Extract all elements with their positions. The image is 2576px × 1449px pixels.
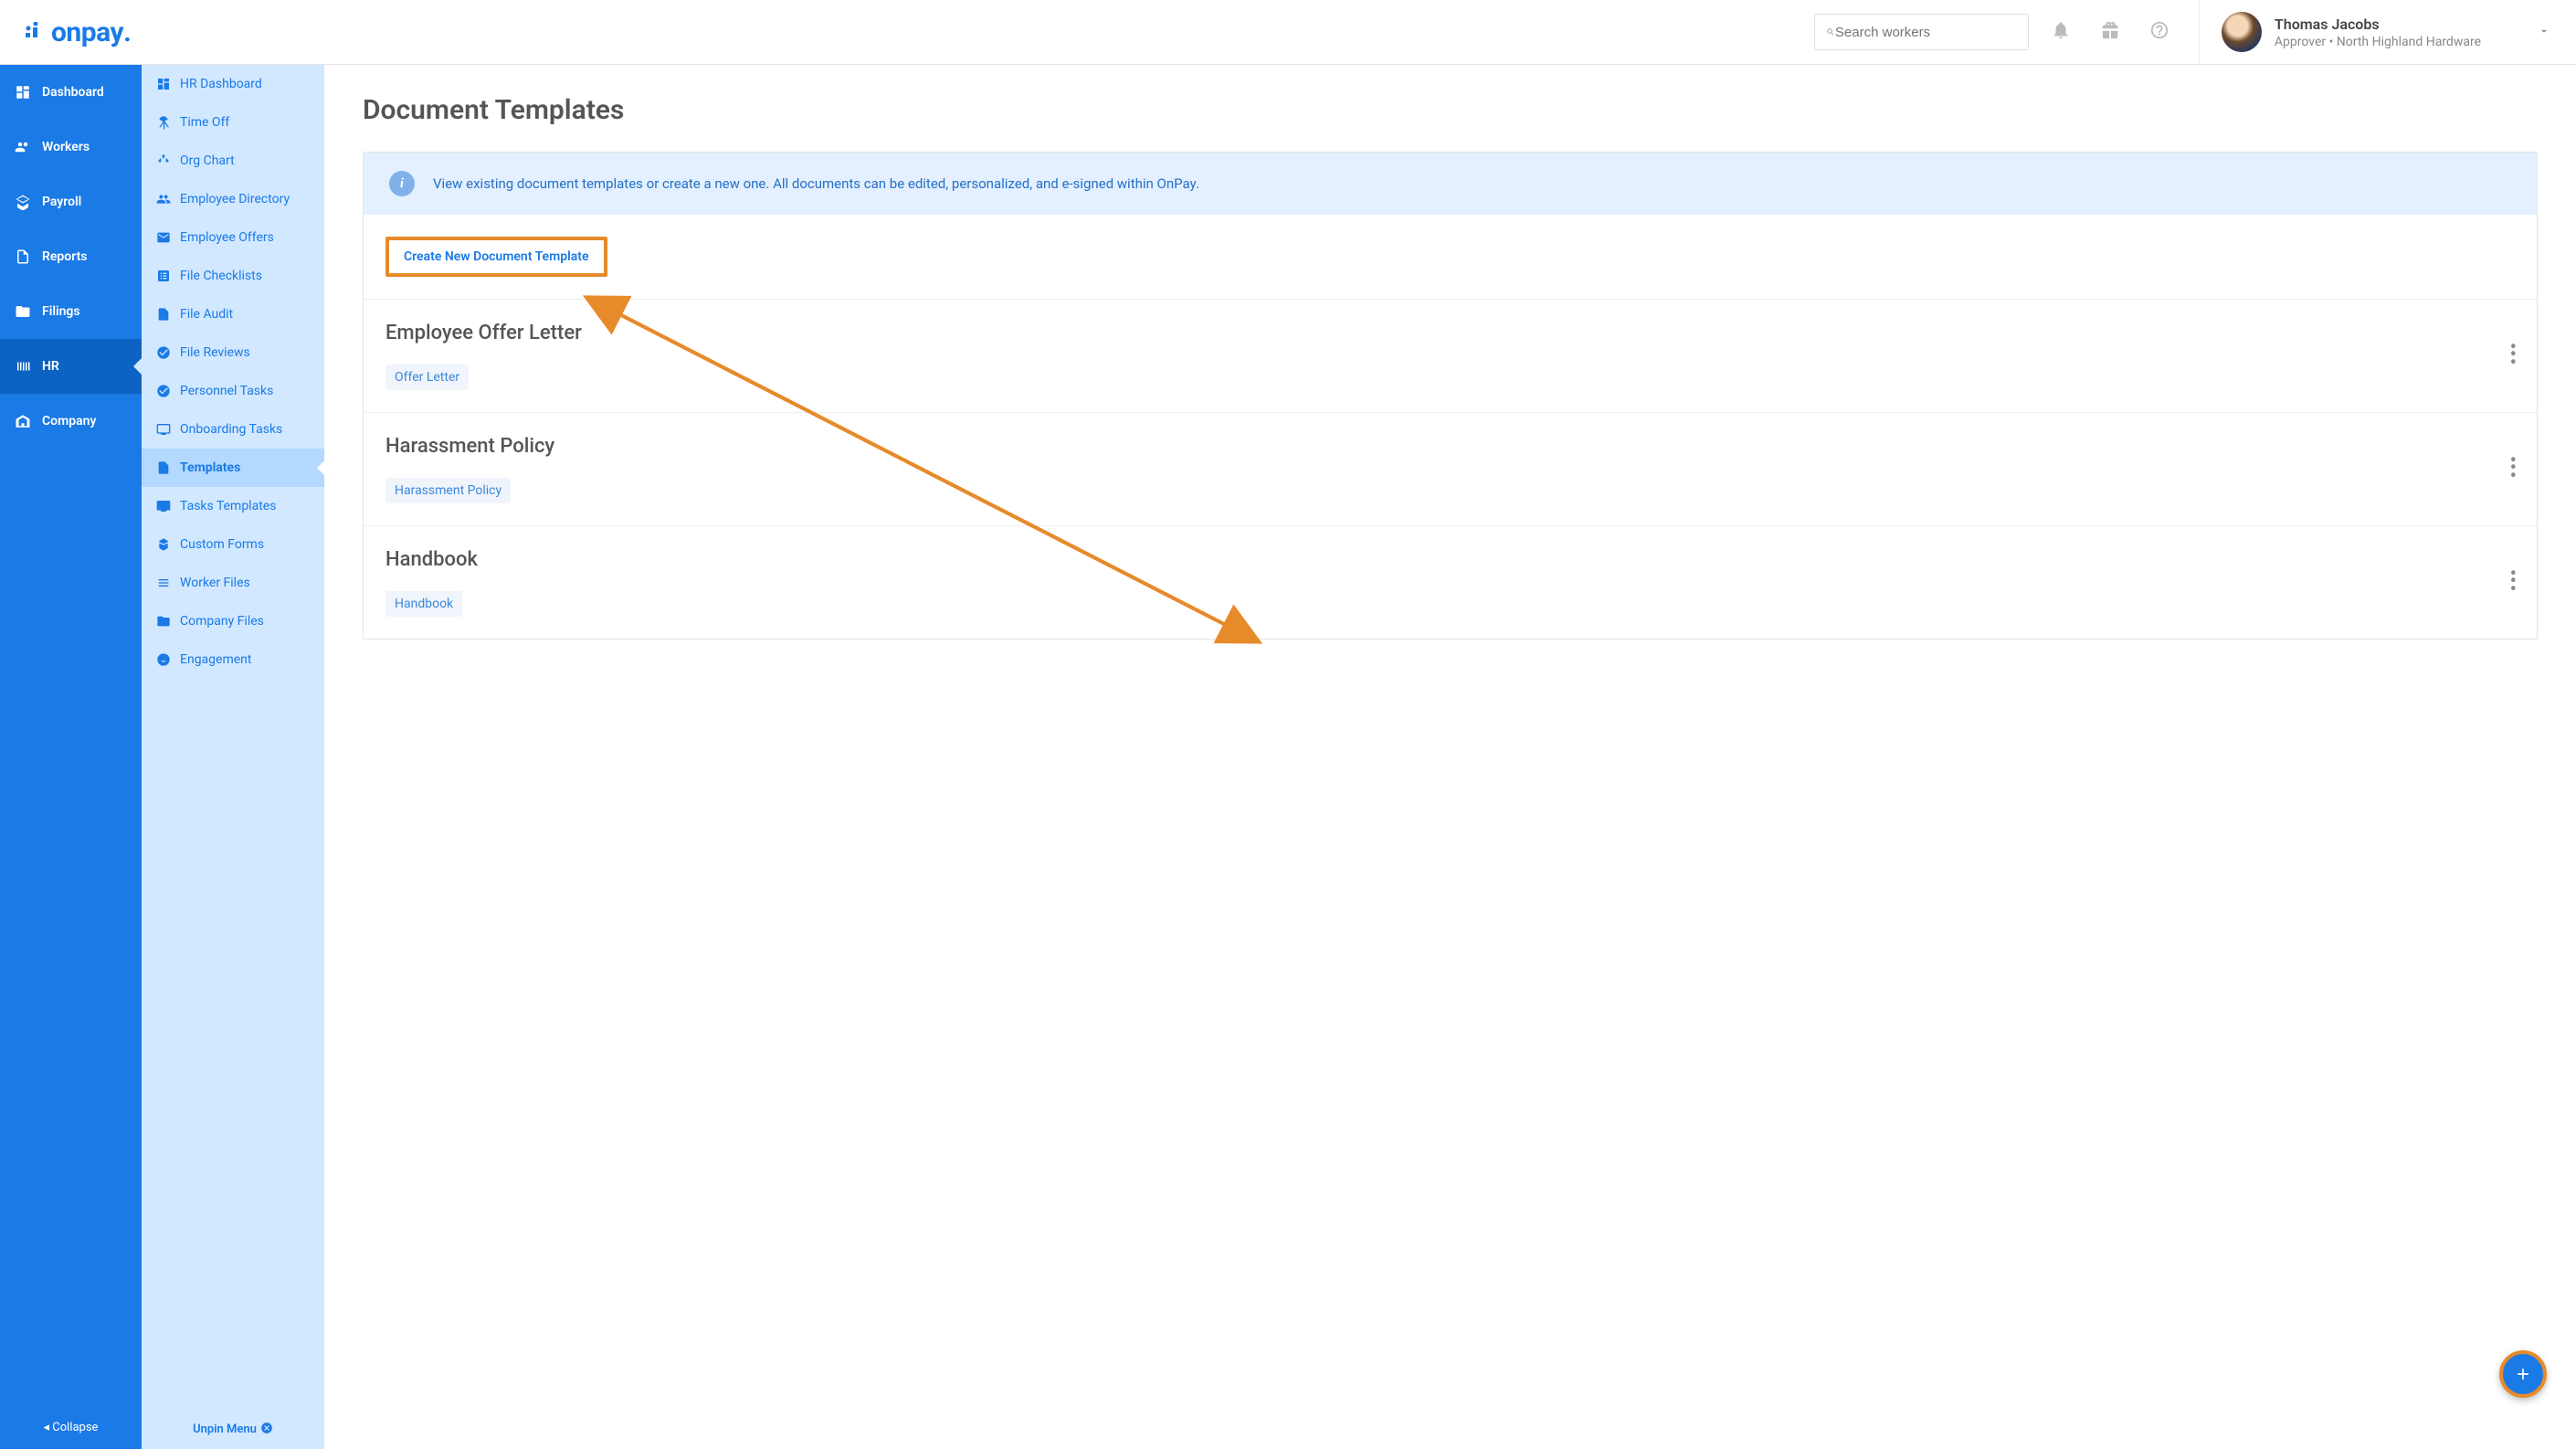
help-icon[interactable]: [2149, 20, 2170, 44]
template-card: Employee Offer Letter Offer Letter •••: [364, 300, 2537, 413]
template-title: Employee Offer Letter: [385, 322, 2515, 344]
template-tag[interactable]: Harassment Policy: [385, 478, 511, 503]
nav-hr[interactable]: HR: [0, 339, 142, 394]
brand-logo[interactable]: onpay.: [26, 16, 132, 48]
subnav-tasks-templates[interactable]: Tasks Templates: [142, 487, 324, 525]
brand-name: onpay: [51, 16, 123, 48]
subnav-hr-dashboard[interactable]: HR Dashboard: [142, 65, 324, 103]
templates-panel: i View existing document templates or cr…: [363, 152, 2538, 640]
subnav-custom-forms[interactable]: Custom Forms: [142, 525, 324, 564]
plus-icon: [2514, 1365, 2532, 1383]
top-bar: onpay. Thomas Jacobs Approver • North Hi…: [0, 0, 2576, 65]
subnav-onboarding-tasks[interactable]: Onboarding Tasks: [142, 410, 324, 449]
create-template-button[interactable]: Create New Document Template: [385, 237, 607, 277]
search-box[interactable]: [1814, 14, 2029, 50]
bell-icon[interactable]: [2051, 20, 2071, 44]
template-title: Handbook: [385, 548, 2515, 571]
info-text: View existing document templates or crea…: [433, 175, 1199, 192]
subnav-file-audit[interactable]: File Audit: [142, 295, 324, 333]
nav-company[interactable]: Company: [0, 394, 142, 449]
template-tag[interactable]: Handbook: [385, 591, 462, 617]
subnav-personnel-tasks[interactable]: Personnel Tasks: [142, 372, 324, 410]
search-input[interactable]: [1835, 25, 2017, 40]
info-icon: i: [389, 171, 415, 196]
main-content: Document Templates i View existing docum…: [324, 65, 2576, 1449]
subnav-company-files[interactable]: Company Files: [142, 602, 324, 640]
chevron-down-icon: [2538, 24, 2550, 41]
page-title: Document Templates: [363, 94, 2538, 126]
template-card: Harassment Policy Harassment Policy •••: [364, 413, 2537, 526]
template-title: Harassment Policy: [385, 435, 2515, 458]
avatar: [2222, 12, 2262, 52]
user-name: Thomas Jacobs: [2275, 16, 2481, 33]
user-role: Approver • North Highland Hardware: [2275, 35, 2481, 49]
nav-dashboard[interactable]: Dashboard: [0, 65, 142, 120]
info-banner: i View existing document templates or cr…: [364, 153, 2537, 215]
unpin-menu-button[interactable]: Unpin Menu: [142, 1409, 324, 1449]
subnav-employee-offers[interactable]: Employee Offers: [142, 218, 324, 257]
secondary-nav: HR Dashboard Time Off Org Chart Employee…: [142, 65, 324, 1449]
logo-icon: [26, 22, 51, 42]
subnav-employee-directory[interactable]: Employee Directory: [142, 180, 324, 218]
subnav-file-checklists[interactable]: File Checklists: [142, 257, 324, 295]
fab-add-button[interactable]: [2499, 1350, 2547, 1398]
subnav-templates[interactable]: Templates: [142, 449, 324, 487]
template-tag[interactable]: Offer Letter: [385, 365, 469, 390]
nav-workers[interactable]: Workers: [0, 120, 142, 175]
nav-payroll[interactable]: Payroll: [0, 175, 142, 229]
nav-reports[interactable]: Reports: [0, 229, 142, 284]
kebab-menu-icon[interactable]: •••: [2510, 570, 2517, 594]
subnav-engagement[interactable]: Engagement: [142, 640, 324, 679]
kebab-menu-icon[interactable]: •••: [2510, 457, 2517, 481]
template-card: Handbook Handbook •••: [364, 526, 2537, 639]
user-menu[interactable]: Thomas Jacobs Approver • North Highland …: [2199, 0, 2550, 65]
subnav-worker-files[interactable]: Worker Files: [142, 564, 324, 602]
primary-nav: Dashboard Workers Payroll Reports Filing…: [0, 65, 142, 1449]
collapse-button[interactable]: ◂ Collapse: [0, 1406, 142, 1449]
subnav-time-off[interactable]: Time Off: [142, 103, 324, 142]
subnav-org-chart[interactable]: Org Chart: [142, 142, 324, 180]
nav-filings[interactable]: Filings: [0, 284, 142, 339]
search-icon: [1826, 25, 1835, 39]
kebab-menu-icon[interactable]: •••: [2510, 344, 2517, 367]
gift-icon[interactable]: [2100, 20, 2120, 44]
subnav-file-reviews[interactable]: File Reviews: [142, 333, 324, 372]
